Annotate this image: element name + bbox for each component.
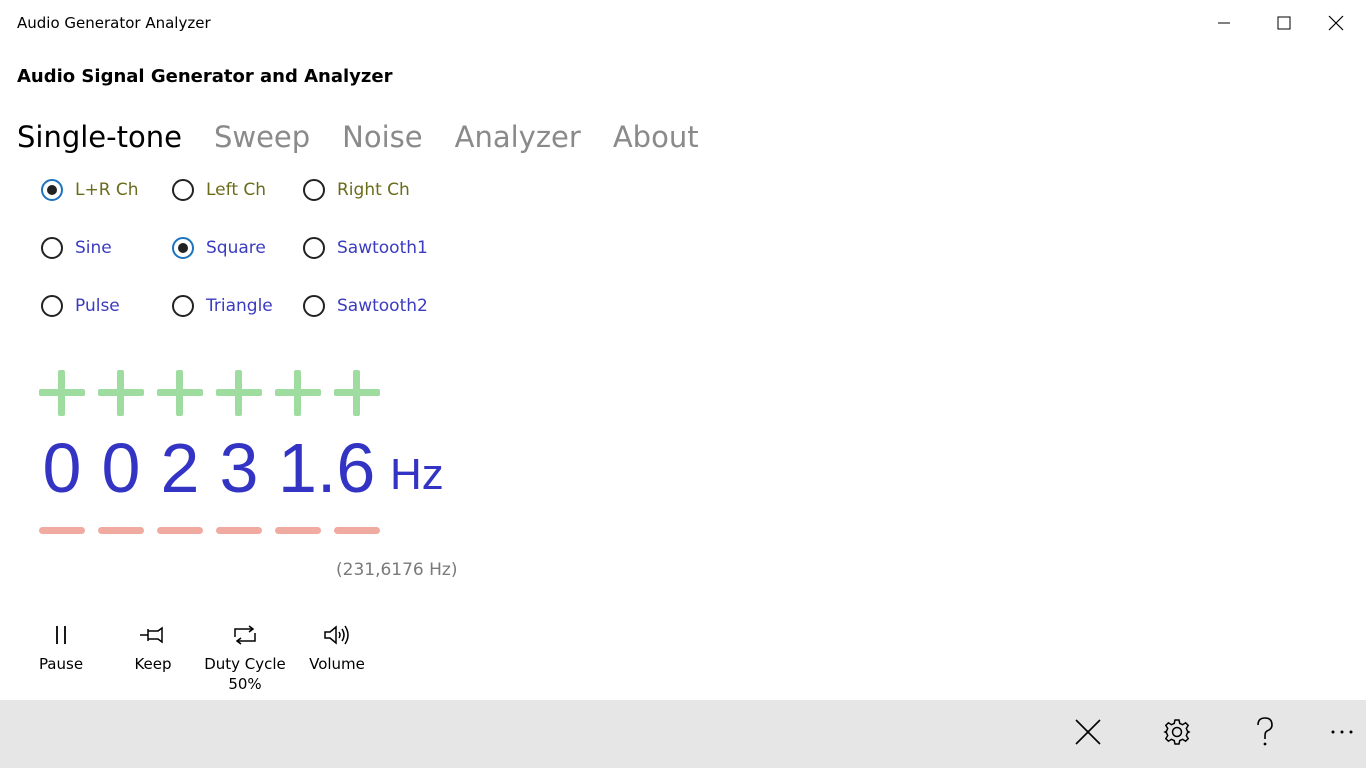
radio-pulse[interactable]: Pulse (41, 295, 120, 317)
volume-label: Volume (309, 655, 365, 673)
maximize-button[interactable] (1254, 0, 1314, 46)
pause-label: Pause (38, 655, 84, 673)
minimize-button[interactable] (1194, 0, 1254, 46)
tab-sweep[interactable]: Sweep (214, 120, 310, 154)
repeat-icon (234, 625, 256, 645)
radio-label: Sawtooth2 (337, 296, 428, 316)
radio-circle (172, 179, 194, 201)
radio-left-channel[interactable]: Left Ch (172, 179, 266, 201)
radio-sawtooth2[interactable]: Sawtooth2 (303, 295, 428, 317)
keep-button[interactable]: Keep (111, 620, 195, 674)
app-title: Audio Signal Generator and Analyzer (17, 66, 393, 87)
decrement-digit-2-button[interactable] (98, 527, 144, 534)
app-bar (0, 700, 1366, 768)
radio-circle (172, 237, 194, 259)
pause-button[interactable]: Pause (19, 620, 103, 674)
maximize-icon (1277, 16, 1291, 30)
volume-icon (324, 625, 349, 645)
increment-digit-5-button[interactable] (275, 370, 321, 416)
decrement-digit-6-button[interactable] (334, 527, 380, 534)
frequency-digit: 2 (160, 429, 200, 507)
pause-icon (56, 626, 66, 644)
window-title: Audio Generator Analyzer (17, 14, 211, 32)
close-icon (1075, 719, 1101, 745)
more-button[interactable] (1318, 710, 1366, 754)
radio-sawtooth1[interactable]: Sawtooth1 (303, 237, 428, 259)
radio-circle (41, 237, 63, 259)
keep-label: Keep (134, 655, 172, 673)
frequency-digit: 0 (101, 429, 141, 507)
frequency-digit: 0 (42, 429, 82, 507)
increment-digit-6-button[interactable] (334, 370, 380, 416)
minimize-icon (1218, 22, 1230, 24)
increment-digit-1-button[interactable] (39, 370, 85, 416)
tab-about[interactable]: About (613, 120, 699, 154)
radio-circle (172, 295, 194, 317)
radio-dot (47, 185, 57, 195)
volume-button[interactable]: Volume (295, 620, 379, 674)
gear-icon (1163, 719, 1191, 745)
tab-noise[interactable]: Noise (342, 120, 422, 154)
close-button[interactable] (1306, 0, 1366, 46)
radio-label: Left Ch (206, 180, 267, 200)
help-icon (1257, 717, 1273, 746)
pin-icon (140, 626, 163, 644)
radio-label: Sawtooth1 (337, 238, 428, 258)
frequency-digit: 3 (219, 429, 259, 507)
radio-circle (303, 295, 325, 317)
help-button[interactable] (1241, 710, 1289, 754)
tab-bar: Single-tone Sweep Noise Analyzer About (17, 120, 731, 154)
decrement-digit-3-button[interactable] (157, 527, 203, 534)
settings-button[interactable] (1153, 710, 1201, 754)
radio-right-channel[interactable]: Right Ch (303, 179, 410, 201)
radio-circle (303, 179, 325, 201)
exact-frequency-readout: (231,6176 Hz) (336, 560, 458, 580)
duty-cycle-button[interactable]: Duty Cycle 50% (203, 620, 287, 694)
radio-label: Square (206, 238, 266, 258)
radio-lr-channel[interactable]: L+R Ch (41, 179, 139, 201)
tab-analyzer[interactable]: Analyzer (455, 120, 581, 154)
radio-triangle[interactable]: Triangle (172, 295, 273, 317)
radio-label: L+R Ch (75, 180, 139, 200)
frequency-digit-decimal: 1.6 (278, 429, 376, 507)
more-icon (1331, 730, 1353, 734)
duty-cycle-label: Duty Cycle (204, 655, 286, 673)
close-icon (1328, 15, 1344, 31)
appbar-close-button[interactable] (1064, 710, 1112, 754)
radio-circle (41, 179, 63, 201)
increment-digit-3-button[interactable] (157, 370, 203, 416)
radio-sine[interactable]: Sine (41, 237, 112, 259)
radio-dot (178, 243, 188, 253)
radio-label: Right Ch (337, 180, 410, 200)
title-bar: Audio Generator Analyzer (0, 0, 1366, 46)
duty-cycle-value: 50% (228, 675, 262, 693)
radio-circle (41, 295, 63, 317)
radio-label: Pulse (75, 296, 120, 316)
decrement-digit-5-button[interactable] (275, 527, 321, 534)
radio-circle (303, 237, 325, 259)
frequency-unit: Hz (390, 450, 444, 499)
tab-single-tone[interactable]: Single-tone (17, 120, 182, 154)
decrement-digit-4-button[interactable] (216, 527, 262, 534)
decrement-digit-1-button[interactable] (39, 527, 85, 534)
radio-label: Triangle (206, 296, 273, 316)
increment-digit-2-button[interactable] (98, 370, 144, 416)
increment-digit-4-button[interactable] (216, 370, 262, 416)
radio-label: Sine (75, 238, 112, 258)
radio-square[interactable]: Square (172, 237, 266, 259)
